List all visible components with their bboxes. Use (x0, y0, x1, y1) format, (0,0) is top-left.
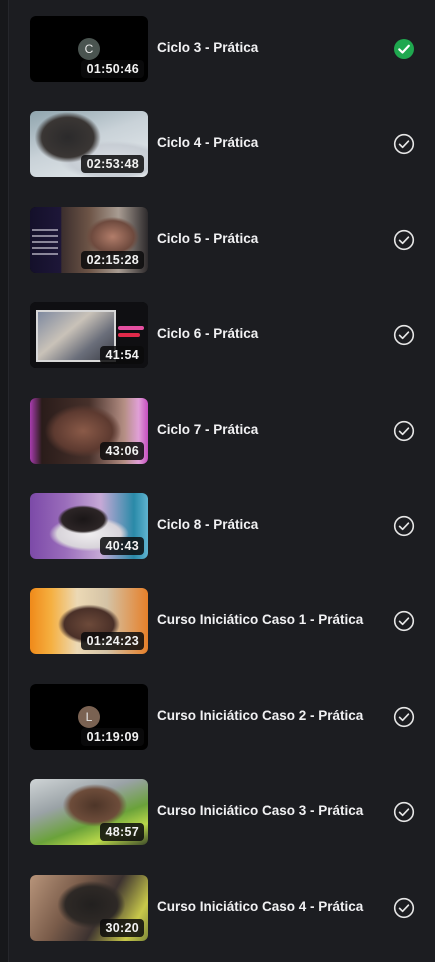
lesson-title[interactable]: Ciclo 6 - Prática (157, 326, 258, 341)
lesson-thumbnail[interactable]: 01:24:23 (30, 588, 148, 655)
lesson-item[interactable]: 01:24:23 Curso Iniciático Caso 1 - Prátic… (0, 587, 435, 682)
thumbnail-avatar-letter: L (78, 705, 100, 728)
check-circle-outline-icon[interactable] (393, 515, 415, 537)
duration-badge: 01:50:46 (80, 60, 144, 78)
lesson-thumbnail[interactable]: L 01:19:09 (30, 683, 148, 750)
lesson-title[interactable]: Curso Iniciático Caso 2 - Prática (157, 708, 363, 723)
duration-badge: 01:24:23 (80, 632, 144, 651)
duration-badge: 02:53:48 (80, 155, 144, 174)
lesson-title[interactable]: Curso Iniciático Caso 4 - Prática (157, 899, 363, 914)
duration-badge: 30:20 (99, 918, 144, 937)
lesson-item[interactable]: 41:54 Ciclo 6 - Prática (0, 301, 435, 396)
lesson-item[interactable]: L 01:19:09 Curso Iniciático Caso 2 - Práti… (0, 683, 435, 778)
check-circle-outline-icon[interactable] (393, 133, 415, 155)
duration-badge: 41:54 (99, 346, 144, 365)
lesson-item[interactable]: 43:06 Ciclo 7 - Prática (0, 397, 435, 492)
check-circle-outline-icon[interactable] (393, 610, 415, 632)
check-circle-outline-icon[interactable] (393, 706, 415, 728)
thumbnail-chat-badges (118, 326, 144, 331)
lesson-item[interactable]: 40:43 Ciclo 8 - Prática (0, 492, 435, 587)
duration-badge: 01:19:09 (80, 727, 144, 746)
check-circle-outline-icon[interactable] (393, 229, 415, 251)
lesson-title[interactable]: Ciclo 3 - Prática (157, 40, 258, 55)
check-circle-outline-icon[interactable] (393, 897, 415, 919)
thumbnail-chat-badges (118, 333, 140, 338)
lesson-thumbnail[interactable]: 43:06 (30, 397, 148, 464)
duration-badge: 40:43 (99, 536, 144, 555)
thumbnail-overlay-text (32, 228, 58, 259)
thumbnail-avatar-letter: C (78, 38, 100, 60)
lesson-thumbnail[interactable]: 02:53:48 (30, 111, 148, 178)
lesson-thumbnail[interactable]: 41:54 (30, 302, 148, 369)
check-circle-filled-icon[interactable] (393, 38, 415, 60)
lesson-thumbnail[interactable]: 02:15:28 (30, 206, 148, 273)
lesson-item[interactable]: 48:57 Curso Iniciático Caso 3 - Prática (0, 778, 435, 873)
lesson-item[interactable]: 02:53:48 Ciclo 4 - Prática (0, 110, 435, 205)
lesson-item[interactable]: 30:20 Curso Iniciático Caso 4 - Prática (0, 874, 435, 962)
lesson-item[interactable]: 02:15:28 Ciclo 5 - Prática (0, 206, 435, 301)
lesson-title[interactable]: Ciclo 8 - Prática (157, 517, 258, 532)
lesson-item[interactable]: C 01:50:46 Ciclo 3 - Prática (0, 15, 435, 110)
lesson-title[interactable]: Curso Iniciático Caso 3 - Prática (157, 803, 363, 818)
lesson-thumbnail[interactable]: 30:20 (30, 874, 148, 941)
lesson-thumbnail[interactable]: 40:43 (30, 492, 148, 559)
duration-badge: 02:15:28 (80, 250, 144, 269)
lesson-thumbnail[interactable]: 48:57 (30, 779, 148, 846)
lesson-title[interactable]: Ciclo 5 - Prática (157, 231, 258, 246)
duration-badge: 48:57 (99, 823, 144, 842)
lesson-panel: C 01:50:46 Ciclo 3 - Prática 02:53:48 Ciclo … (0, 0, 435, 962)
check-circle-outline-icon[interactable] (393, 801, 415, 823)
lesson-title[interactable]: Curso Iniciático Caso 1 - Prática (157, 612, 363, 627)
lesson-title[interactable]: Ciclo 7 - Prática (157, 422, 258, 437)
lesson-title[interactable]: Ciclo 4 - Prática (157, 135, 258, 150)
lesson-thumbnail[interactable]: C 01:50:46 (30, 16, 148, 82)
duration-badge: 43:06 (99, 441, 144, 460)
check-circle-outline-icon[interactable] (393, 324, 415, 346)
check-circle-outline-icon[interactable] (393, 420, 415, 442)
lesson-list: C 01:50:46 Ciclo 3 - Prática 02:53:48 Ciclo … (0, 15, 435, 962)
